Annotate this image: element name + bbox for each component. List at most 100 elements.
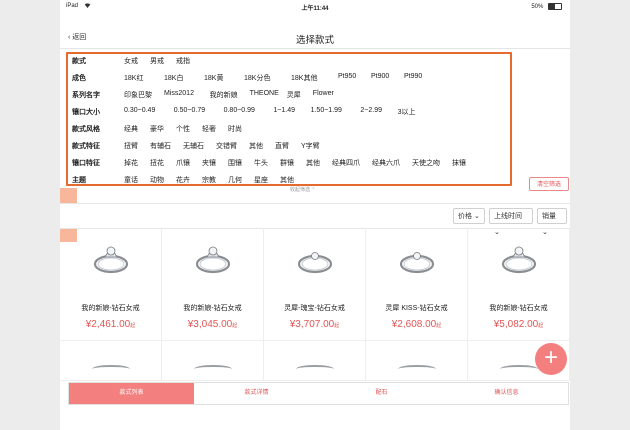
filter-option[interactable]: 印象巴黎 <box>124 90 152 100</box>
filter-option[interactable]: 天使之吻 <box>412 158 440 168</box>
filter-panel: 款式 女戒 男戒 戒指 成色 18K红 18K白 18K黄 18K分色 18K其他 Pt950 Pt9… <box>66 52 512 186</box>
filter-option[interactable]: 爪镶 <box>176 158 190 168</box>
ring-image <box>396 238 438 280</box>
filter-option[interactable]: 夹镶 <box>202 158 216 168</box>
filter-option[interactable]: 有辅石 <box>150 141 171 151</box>
filter-option[interactable]: 抹镶 <box>452 158 466 168</box>
filter-option[interactable]: 2~2.99 <box>360 107 382 114</box>
collapse-filter-toggle[interactable]: 收起筛选 ⌃ <box>290 186 316 193</box>
product-price: ¥2,608.00起 <box>366 319 467 330</box>
filter-option[interactable]: 18K其他 <box>291 73 317 83</box>
product-name: 我的新娘-钻石女戒 <box>489 305 548 312</box>
ipad-screen: iPad 上午11:44 50% ‹ 返回 选择款式 款式 女戒 男戒 戒指 成色 18K… <box>60 0 570 430</box>
sort-time-button[interactable]: 上线时间 ⌄ <box>489 208 533 236</box>
filter-option[interactable]: 其他 <box>280 175 294 185</box>
price-suffix: 起 <box>436 323 442 329</box>
price-value: ¥5,082.00 <box>493 319 539 330</box>
filter-option[interactable]: Pt950 <box>338 73 356 80</box>
tab-confirm-info[interactable]: 确认信息 <box>444 383 569 404</box>
filter-option[interactable]: 牛头 <box>254 158 268 168</box>
collapse-label: 收起筛选 <box>290 187 311 193</box>
filter-option[interactable]: 18K白 <box>164 73 183 83</box>
filter-option[interactable]: 其他 <box>249 141 263 151</box>
filter-option[interactable]: 18K红 <box>124 73 143 83</box>
product-card[interactable]: 我的新娘-钻石女戒 ¥3,045.00起 <box>162 228 264 341</box>
product-card[interactable]: 灵犀-瑰宝-钻石女戒 ¥3,707.00起 <box>264 228 366 341</box>
add-button[interactable]: + <box>535 343 567 375</box>
filter-option[interactable]: 经典四爪 <box>332 158 360 168</box>
price-suffix: 起 <box>334 323 340 329</box>
filter-option[interactable]: 灵犀 <box>287 90 301 100</box>
price-value: ¥2,461.00 <box>85 319 131 330</box>
filter-option[interactable]: 掉花 <box>124 158 138 168</box>
filter-option[interactable]: Pt990 <box>404 73 422 80</box>
product-grid: 我的新娘-钻石女戒 ¥2,461.00起 我的新娘-钻石女戒 ¥3,045.00起 灵犀… <box>60 228 570 381</box>
filter-option[interactable]: 0.30~0.49 <box>124 107 155 114</box>
product-card[interactable] <box>366 341 468 381</box>
filter-option[interactable]: 围镶 <box>228 158 242 168</box>
filter-option[interactable]: Miss2012 <box>164 90 194 97</box>
product-card[interactable]: 我的新娘-钻石女戒 ¥5,082.00起 <box>468 228 570 341</box>
filter-option[interactable]: 豪华 <box>150 124 164 134</box>
filter-option[interactable]: 群镶 <box>280 158 294 168</box>
ring-image <box>498 238 540 280</box>
battery-indicator: 50% <box>531 3 562 10</box>
battery-percent: 50% <box>531 4 544 11</box>
filter-option[interactable]: 星座 <box>254 175 268 185</box>
filter-option[interactable]: Flower <box>313 90 334 97</box>
filter-label: 系列名字 <box>72 92 100 99</box>
product-card[interactable] <box>264 341 366 381</box>
filter-option[interactable]: Y字臂 <box>301 141 320 151</box>
filter-option[interactable]: 直臂 <box>275 141 289 151</box>
filter-label: 镶口特征 <box>72 160 100 167</box>
filter-option[interactable]: 几何 <box>228 175 242 185</box>
filter-option[interactable]: 个性 <box>176 124 190 134</box>
tab-style-list[interactable]: 款式列表 <box>69 383 194 404</box>
filter-option[interactable]: 花卉 <box>176 175 190 185</box>
filter-option[interactable]: 我的新娘 <box>210 90 238 100</box>
product-name: 我的新娘-钻石女戒 <box>81 305 140 312</box>
sort-price-label: 价格 <box>458 213 472 220</box>
filter-option[interactable]: 0.50~0.79 <box>174 107 205 114</box>
product-price: ¥5,082.00起 <box>468 319 569 330</box>
filter-option[interactable]: 无辅石 <box>183 141 204 151</box>
sort-bar: 价格 ⌄ 上线时间 ⌄ 销量 ⌄ <box>60 203 570 236</box>
product-card[interactable]: 灵犀 KISS-钻石女戒 ¥2,608.00起 <box>366 228 468 341</box>
filter-option[interactable]: 男戒 <box>150 56 164 66</box>
filter-option[interactable]: 女戒 <box>124 56 138 66</box>
filter-option[interactable]: 戒指 <box>176 56 190 66</box>
product-name: 我的新娘-钻石女戒 <box>183 305 242 312</box>
filter-option[interactable]: 1~1.49 <box>273 107 295 114</box>
filter-option[interactable]: 宗教 <box>202 175 216 185</box>
sort-sales-button[interactable]: 销量 ⌄ <box>537 208 567 236</box>
filter-label: 成色 <box>72 75 86 82</box>
filter-option[interactable]: 经典六爪 <box>372 158 400 168</box>
product-card[interactable] <box>60 341 162 381</box>
filter-option[interactable]: 童话 <box>124 175 138 185</box>
filter-option[interactable]: 时尚 <box>228 124 242 134</box>
filter-option[interactable]: 其他 <box>306 158 320 168</box>
filter-option[interactable]: Pt900 <box>371 73 389 80</box>
filter-option[interactable]: 1.50~1.99 <box>311 107 342 114</box>
product-card[interactable]: 我的新娘-钻石女戒 ¥2,461.00起 <box>60 228 162 341</box>
filter-label: 款式特征 <box>72 143 100 150</box>
tab-matching-stone[interactable]: 配石 <box>319 383 444 404</box>
filter-option[interactable]: 扭臂 <box>124 141 138 151</box>
filter-option[interactable]: THEONE <box>250 90 279 97</box>
clear-filter-button[interactable]: 清空筛选 <box>529 177 569 191</box>
filter-option[interactable]: 轻奢 <box>202 124 216 134</box>
filter-option[interactable]: 0.80~0.99 <box>224 107 255 114</box>
price-value: ¥2,608.00 <box>391 319 437 330</box>
filter-option[interactable]: 交错臂 <box>216 141 237 151</box>
tab-style-detail[interactable]: 款式详情 <box>194 383 319 404</box>
filter-option[interactable]: 扭花 <box>150 158 164 168</box>
filter-option[interactable]: 经典 <box>124 124 138 134</box>
filter-option[interactable]: 18K分色 <box>244 73 270 83</box>
filter-option[interactable]: 动物 <box>150 175 164 185</box>
ring-image <box>294 238 336 280</box>
sort-price-button[interactable]: 价格 ⌄ <box>453 208 485 224</box>
filter-option[interactable]: 18K黄 <box>204 73 223 83</box>
price-suffix: 起 <box>232 323 238 329</box>
product-card[interactable] <box>162 341 264 381</box>
filter-option[interactable]: 3以上 <box>398 107 416 117</box>
